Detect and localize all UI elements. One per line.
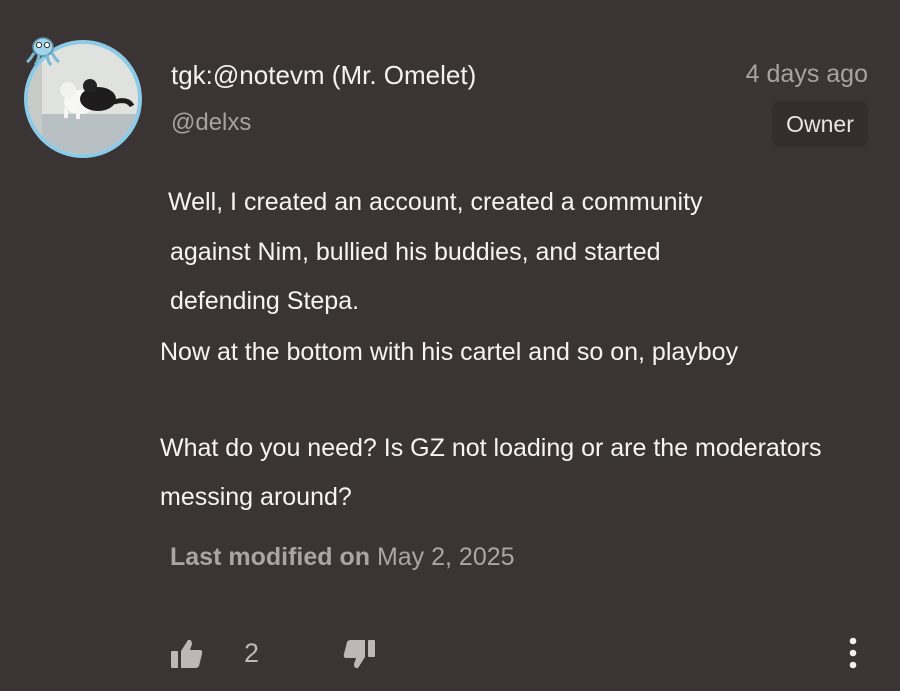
role-badge: Owner xyxy=(772,101,868,147)
comment-line: What do you need? Is GZ not loading or a… xyxy=(160,434,822,462)
comment-line: messing around? xyxy=(160,483,352,511)
thumbs-up-icon xyxy=(170,639,204,674)
comment-line: Now at the bottom with his cartel and so… xyxy=(160,338,739,366)
avatar[interactable] xyxy=(22,36,146,160)
more-options-button[interactable] xyxy=(840,635,866,671)
timestamp: 4 days ago xyxy=(745,60,868,88)
author-handle[interactable]: @delxs xyxy=(171,109,251,137)
comment-line: Well, I created an account, created a co… xyxy=(168,188,703,216)
last-modified-date: May 2, 2025 xyxy=(376,543,515,571)
comment-line: against Nim, bullied his buddies, and st… xyxy=(170,238,661,266)
octopus-icon xyxy=(24,36,62,68)
dislike-button[interactable] xyxy=(342,638,376,670)
author-name[interactable]: tgk:@notevm (Mr. Omelet) xyxy=(171,60,476,91)
last-modified-label: Last modified on xyxy=(170,543,370,571)
comment-line: defending Stepa. xyxy=(170,287,360,315)
more-vertical-icon xyxy=(840,637,866,675)
thumbs-down-icon xyxy=(342,640,376,674)
like-button[interactable] xyxy=(170,638,204,670)
last-modified: Last modified on May 2, 2025 xyxy=(170,543,515,572)
like-count: 2 xyxy=(244,638,260,668)
